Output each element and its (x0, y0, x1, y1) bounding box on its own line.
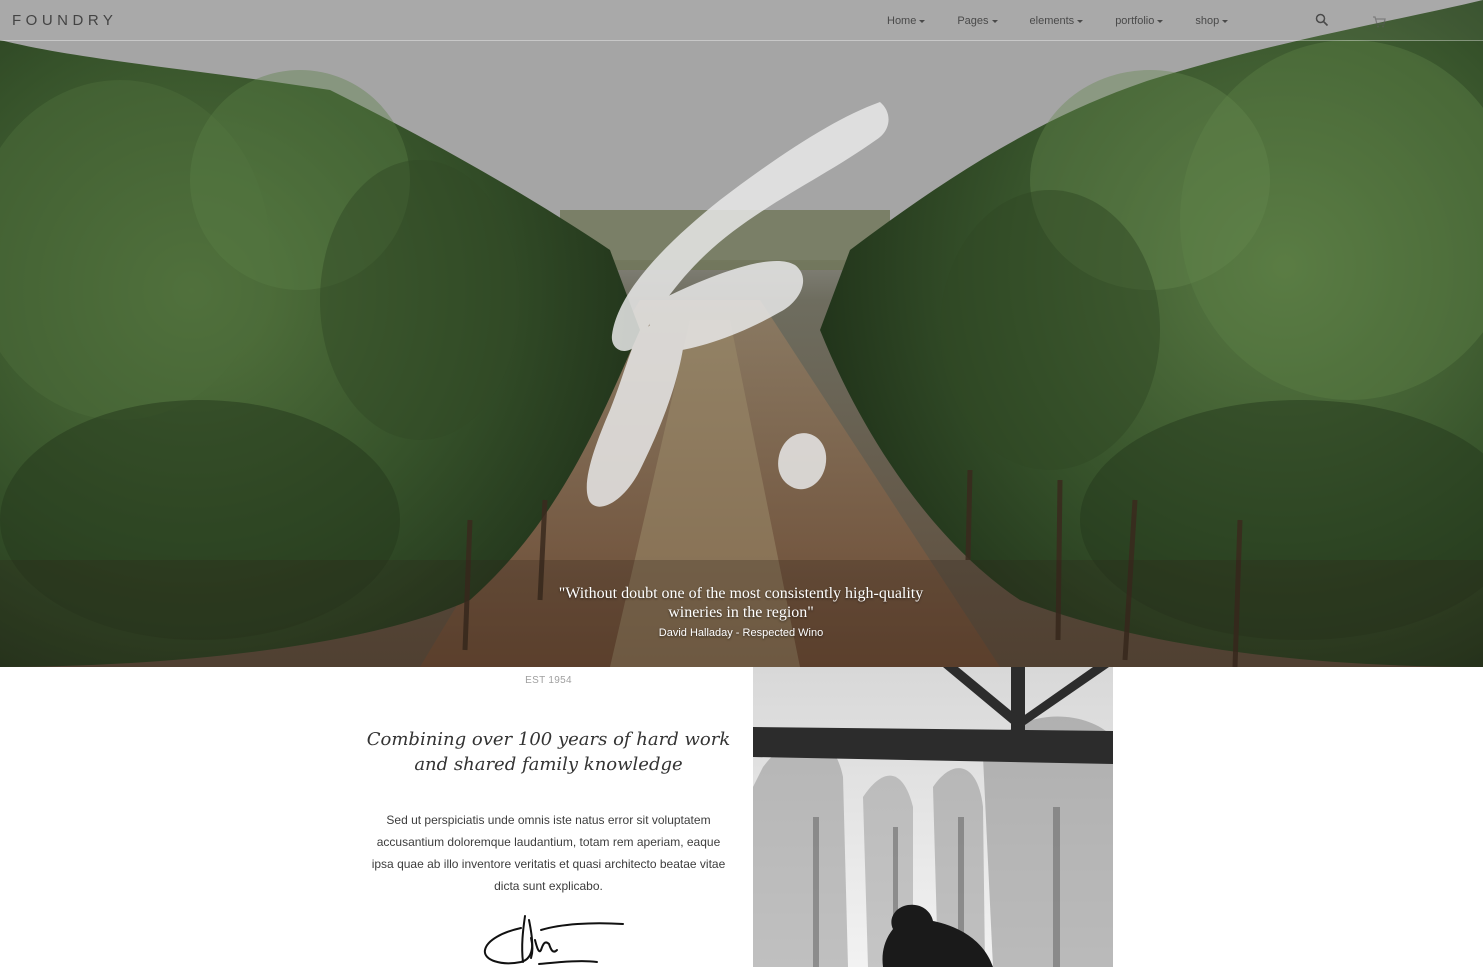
nav-item-home[interactable]: Home (887, 0, 926, 40)
caret-down-icon (991, 19, 998, 23)
search-icon[interactable] (1315, 13, 1329, 27)
cart-icon (1373, 16, 1386, 28)
nav-item-label: portfolio (1115, 15, 1155, 27)
main-menu: Home Pages elements portfolio shop (887, 0, 1260, 40)
nav-item-label: shop (1195, 15, 1220, 27)
hero-section: FOUNDRY Home Pages elements portfolio sh… (0, 0, 1483, 667)
cart-button[interactable] (1372, 12, 1452, 30)
nav-item-portfolio[interactable]: portfolio (1115, 0, 1164, 40)
caret-down-icon (1077, 19, 1084, 23)
caret-down-icon (1157, 19, 1164, 23)
signature-image (483, 915, 624, 965)
caret-down-icon (1222, 19, 1229, 23)
top-navigation-bar: FOUNDRY Home Pages elements portfolio sh… (0, 0, 1483, 41)
caret-down-icon (919, 19, 926, 23)
nav-item-label: elements (1029, 15, 1075, 27)
testimonial-author: David Halladay - Respected Wino (658, 627, 824, 639)
testimonial-quote: "Without doubt one of the most consisten… (558, 585, 924, 621)
hero-testimonial: "Without doubt one of the most consisten… (541, 584, 941, 639)
nav-item-label: Home (887, 15, 917, 27)
site-logo[interactable]: FOUNDRY (12, 12, 117, 29)
nav-item-elements[interactable]: elements (1030, 0, 1084, 40)
foundry-brush-f-logo (586, 102, 889, 507)
nav-item-pages[interactable]: Pages (957, 0, 998, 40)
nav-item-label: Pages (957, 15, 989, 27)
about-headline: Combining over 100 years of hard work an… (366, 729, 731, 775)
bw-photo-porch-dog (753, 667, 1113, 967)
nav-item-shop[interactable]: shop (1195, 0, 1229, 40)
established-label: EST 1954 (525, 675, 572, 686)
about-body-text: Sed ut perspiciatis unde omnis iste natu… (371, 813, 726, 893)
